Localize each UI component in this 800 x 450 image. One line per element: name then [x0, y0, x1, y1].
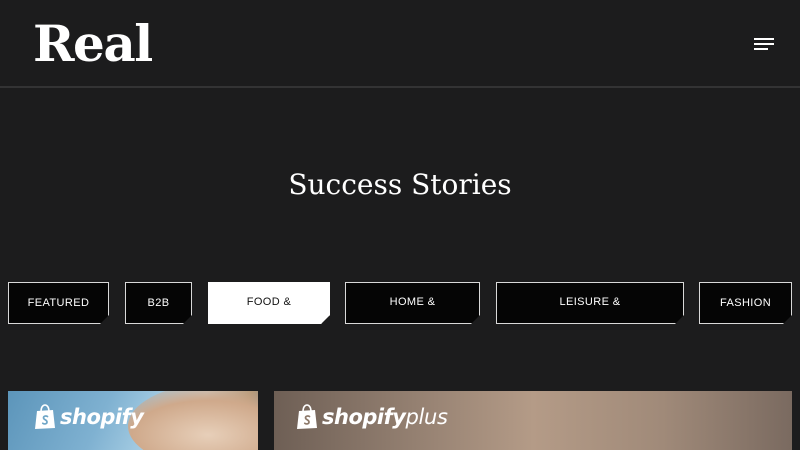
brand-name: shopify	[322, 405, 406, 429]
story-card[interactable]: shopify	[8, 391, 258, 450]
hamburger-menu-icon-line	[754, 43, 774, 45]
story-card[interactable]: shopify plus	[274, 391, 792, 450]
tab-leisure[interactable]: LEISURE &	[496, 282, 684, 324]
tab-label: B2B	[147, 297, 170, 309]
page: Real Success Stories FEATURED B2B FOOD &…	[0, 0, 800, 450]
menu-button[interactable]	[750, 33, 778, 55]
tab-label: FEATURED	[27, 297, 90, 309]
tab-food[interactable]: FOOD &	[208, 282, 330, 324]
tab-label: HOME &	[389, 296, 436, 308]
card-image	[128, 391, 258, 450]
hamburger-menu-icon-line	[754, 48, 768, 50]
tab-label: FOOD &	[246, 296, 292, 308]
hamburger-menu-icon	[754, 38, 774, 40]
site-header: Real	[0, 0, 800, 88]
tab-fashion[interactable]: FASHION	[699, 282, 792, 324]
tab-featured[interactable]: FEATURED	[8, 282, 109, 324]
tab-b2b[interactable]: B2B	[125, 282, 192, 324]
site-logo[interactable]: Real	[33, 14, 153, 74]
shopify-bag-icon	[297, 404, 317, 429]
shopify-plus-logo: shopify plus	[296, 404, 448, 430]
brand-suffix: plus	[405, 405, 448, 429]
tab-label: FASHION	[719, 297, 772, 309]
tab-label: LEISURE &	[559, 296, 621, 308]
brand-name: shopify	[60, 405, 144, 429]
shopify-logo: shopify	[34, 404, 144, 430]
page-title: Success Stories	[288, 168, 512, 201]
shopify-bag-icon	[35, 404, 55, 429]
tab-home[interactable]: HOME &	[345, 282, 480, 324]
